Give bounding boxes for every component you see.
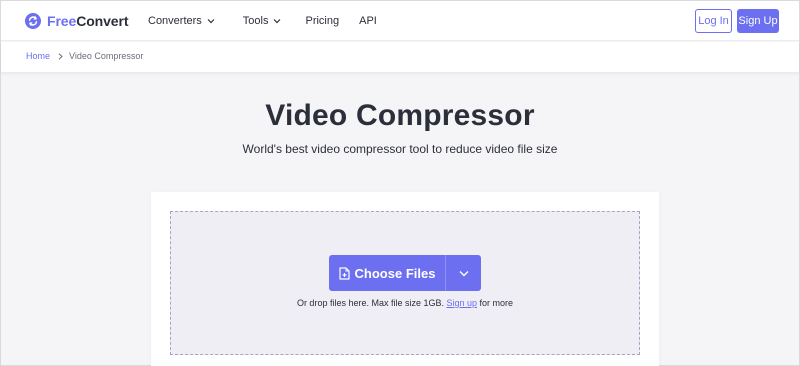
upload-source-dropdown[interactable] — [446, 255, 481, 291]
nav-pricing-label: Pricing — [305, 15, 340, 27]
top-navbar: FreeConvert Converters Tools Pricing API… — [1, 1, 799, 41]
nav-pricing[interactable]: Pricing — [305, 15, 339, 27]
nav-converters[interactable]: Converters — [148, 15, 215, 27]
upload-card: Choose Files Or drop files here. Max fil… — [151, 192, 659, 366]
drop-hint-suffix: for more — [477, 298, 514, 308]
breadcrumb: Home Video Compressor — [26, 51, 143, 61]
choose-files-group: Choose Files — [329, 255, 481, 291]
drop-hint: Or drop files here. Max file size 1GB. S… — [171, 298, 639, 308]
main-nav: Converters Tools Pricing API — [148, 1, 377, 41]
nav-tools[interactable]: Tools — [243, 15, 282, 27]
file-dropzone[interactable]: Choose Files Or drop files here. Max fil… — [170, 211, 640, 355]
nav-api-label: API — [359, 15, 377, 27]
chevron-down-icon — [274, 19, 281, 24]
nav-tools-label: Tools — [242, 15, 269, 27]
logo-text-convert: Convert — [76, 13, 129, 29]
freeconvert-logo[interactable]: FreeConvert — [25, 11, 128, 31]
choose-files-button[interactable]: Choose Files — [329, 255, 445, 291]
breadcrumb-bar: Home Video Compressor — [1, 42, 799, 72]
chevron-down-icon — [207, 19, 215, 24]
logo-text: FreeConvert — [47, 13, 128, 29]
login-button[interactable]: Log In — [695, 9, 732, 33]
logo-text-free: Free — [47, 13, 77, 29]
refresh-circle-icon — [25, 13, 41, 29]
choose-files-label: Choose Files — [354, 265, 436, 281]
file-plus-icon — [338, 266, 350, 280]
nav-converters-label: Converters — [148, 15, 202, 27]
breadcrumb-home-link[interactable]: Home — [26, 51, 50, 61]
breadcrumb-current: Video Compressor — [69, 51, 144, 61]
hint-signup-link[interactable]: Sign up — [447, 298, 478, 308]
signup-button[interactable]: Sign Up — [737, 9, 779, 33]
nav-api[interactable]: API — [359, 15, 377, 27]
drop-hint-text: Or drop files here. Max file size 1GB. — [296, 298, 447, 308]
chevron-down-icon — [459, 270, 468, 276]
page-subtitle: World's best video compressor tool to re… — [242, 142, 558, 156]
chevron-right-icon — [58, 52, 63, 60]
page-title: Video Compressor — [265, 99, 535, 132]
